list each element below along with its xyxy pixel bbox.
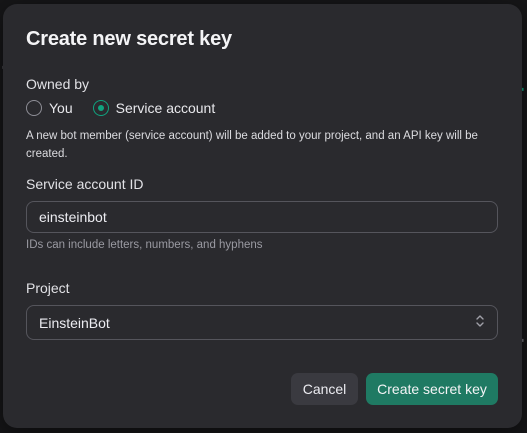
service-account-id-hint: IDs can include letters, numbers, and hy…: [26, 239, 263, 251]
owner-option-service-account[interactable]: Service account: [92, 100, 216, 116]
create-secret-key-dialog: Create new secret key Owned by You Servi…: [3, 4, 522, 428]
project-label: Project: [26, 280, 70, 296]
dialog-title: Create new secret key: [26, 28, 232, 50]
radio-checked-icon[interactable]: [92, 100, 109, 116]
owned-by-radio-group: You Service account: [26, 100, 235, 116]
service-account-id-input[interactable]: einsteinbot: [26, 201, 498, 233]
owner-option-label: Service account: [115, 100, 216, 116]
owned-by-label: Owned by: [26, 76, 90, 92]
project-select-value: EinsteinBot: [39, 314, 110, 331]
service-account-id-value: einsteinbot: [39, 209, 107, 225]
owner-option-label: You: [49, 100, 73, 116]
radio-unchecked-icon[interactable]: [26, 100, 42, 116]
project-select[interactable]: EinsteinBot: [26, 305, 498, 340]
owner-option-you[interactable]: You: [26, 100, 73, 116]
create-secret-key-button[interactable]: Create secret key: [366, 373, 498, 405]
service-account-id-label: Service account ID: [26, 176, 144, 192]
cancel-button[interactable]: Cancel: [291, 373, 358, 405]
chevron-up-down-icon: [476, 315, 484, 327]
service-account-note: A new bot member (service account) will …: [26, 130, 478, 160]
